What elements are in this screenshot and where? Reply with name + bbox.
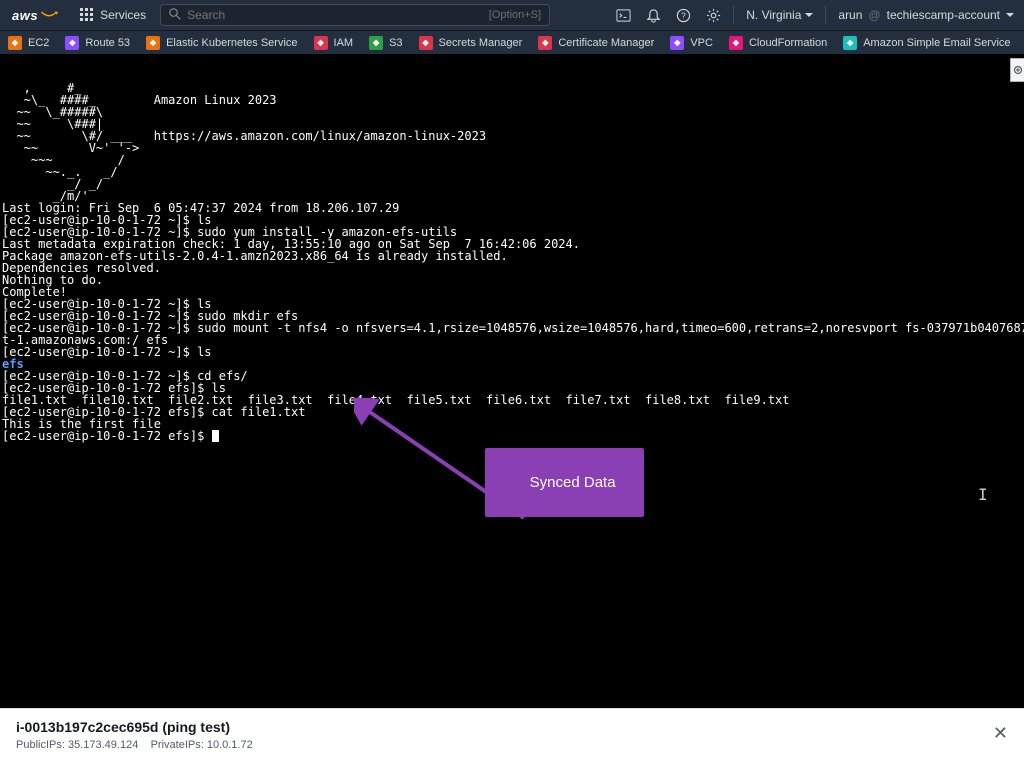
service-icon: ◆ [419, 36, 433, 50]
chevron-down-icon [1006, 13, 1014, 17]
account-menu[interactable]: arun @ techiescamp-account [828, 8, 1024, 22]
service-icon: ◆ [8, 36, 22, 50]
favorite-item[interactable]: ◆ Certificate Manager [530, 36, 662, 50]
instance-id-title: i-0013b197c2cec695d (ping test) [16, 719, 1008, 735]
terminal-line: ~~ \_#####\ [2, 106, 1022, 118]
favorite-label: CloudFormation [749, 37, 827, 49]
service-icon: ◆ [670, 36, 684, 50]
terminal-line: ~~ V~' '-> [2, 142, 1022, 154]
favorite-label: IAM [334, 37, 354, 49]
favorite-item[interactable]: ◆Amazon EventBridge [1019, 36, 1024, 50]
favorite-item[interactable]: ◆ EC2 [0, 36, 57, 50]
region-selector[interactable]: N. Virginia [736, 8, 823, 22]
terminal-line: Dependencies resolved. [2, 262, 1022, 274]
favorite-item[interactable]: ◆ Elastic Kubernetes Service [138, 36, 305, 50]
service-icon: ◆ [538, 36, 552, 50]
public-ip-value: 35.173.49.124 [68, 739, 138, 751]
terminal-line: ~~ \#/ ___ https://aws.amazon.com/linux/… [2, 130, 1022, 142]
terminal-viewport[interactable]: , #_ ~\_ ####_ Amazon Linux 2023 ~~ \_##… [0, 54, 1024, 708]
search-box[interactable]: [Option+S] [160, 4, 550, 26]
terminal-line: _/ _/ [2, 178, 1022, 190]
terminal-line: ~~~ / [2, 154, 1022, 166]
session-footer: i-0013b197c2cec695d (ping test) PublicIP… [0, 708, 1024, 776]
account-name: techiescamp-account [887, 8, 1000, 22]
close-icon[interactable]: ✕ [993, 723, 1008, 744]
private-ip-label: PrivateIPs: [151, 739, 204, 751]
user-name: arun [838, 8, 862, 22]
service-icon: ◆ [843, 36, 857, 50]
service-icon: ◆ [314, 36, 328, 50]
help-icon[interactable]: ? [669, 1, 697, 29]
service-icon: ◆ [369, 36, 383, 50]
search-shortcut-hint: [Option+S] [489, 9, 541, 21]
terminal-line: ~\_ ####_ Amazon Linux 2023 [2, 94, 1022, 106]
aws-logo[interactable]: aws [0, 8, 70, 23]
service-icon: ◆ [65, 36, 79, 50]
header-icons: ? [609, 1, 731, 29]
favorite-label: Elastic Kubernetes Service [166, 37, 297, 49]
service-icon: ◆ [729, 36, 743, 50]
cloudshell-icon[interactable] [609, 1, 637, 29]
chevron-down-icon [805, 13, 813, 17]
svg-text:?: ? [681, 10, 686, 20]
services-label: Services [100, 8, 146, 22]
services-menu[interactable]: Services [70, 8, 156, 22]
favorite-label: Route 53 [85, 37, 130, 49]
favorite-item[interactable]: ◆ S3 [361, 36, 410, 50]
favorites-bar: ◆ EC2 ◆ Route 53 ◆ Elastic Kubernetes Service… [0, 30, 1024, 54]
terminal-line: [ec2-user@ip-10-0-1-72 ~]$ ls [2, 346, 1022, 358]
favorite-label: EC2 [28, 37, 49, 49]
favorite-item[interactable]: ◆ IAM [306, 36, 362, 50]
aws-top-header: aws Services [Option+S] ? N. Virginia ar… [0, 0, 1024, 30]
favorite-item[interactable]: ◆ VPC [662, 36, 721, 50]
favorite-label: S3 [389, 37, 402, 49]
instance-ips: PublicIPs: 35.173.49.124 PrivateIPs: 10.… [16, 739, 1008, 751]
terminal-line: [ec2-user@ip-10-0-1-72 efs]$ [2, 430, 1022, 442]
service-icon: ◆ [146, 36, 160, 50]
favorite-item[interactable]: ◆ Amazon Simple Email Service [835, 36, 1018, 50]
favorite-item[interactable]: ◆ CloudFormation [721, 36, 835, 50]
favorite-label: Certificate Manager [558, 37, 654, 49]
favorite-item[interactable]: ◆ Route 53 [57, 36, 138, 50]
search-icon [169, 8, 181, 23]
private-ip-value: 10.0.1.72 [207, 739, 253, 751]
callout-label: Synced Data [530, 474, 616, 491]
notifications-icon[interactable] [639, 1, 667, 29]
favorite-label: Secrets Manager [439, 37, 523, 49]
favorite-label: VPC [690, 37, 713, 49]
aws-logo-text: aws [12, 8, 38, 23]
public-ip-label: PublicIPs: [16, 739, 65, 751]
search-input[interactable] [187, 8, 489, 22]
annotation-callout: Synced Data [485, 448, 644, 517]
terminal-line: ~~._. _/ [2, 166, 1022, 178]
settings-icon[interactable] [699, 1, 727, 29]
text-cursor-icon: 𝙸 [978, 487, 988, 505]
favorite-label: Amazon Simple Email Service [863, 37, 1010, 49]
region-name: N. Virginia [746, 8, 801, 22]
grid-icon [80, 8, 94, 22]
terminal-line: Nothing to do. [2, 274, 1022, 286]
favorite-item[interactable]: ◆ Secrets Manager [411, 36, 531, 50]
terminal-cursor [212, 430, 219, 442]
side-panel-toggle[interactable] [1010, 58, 1024, 82]
